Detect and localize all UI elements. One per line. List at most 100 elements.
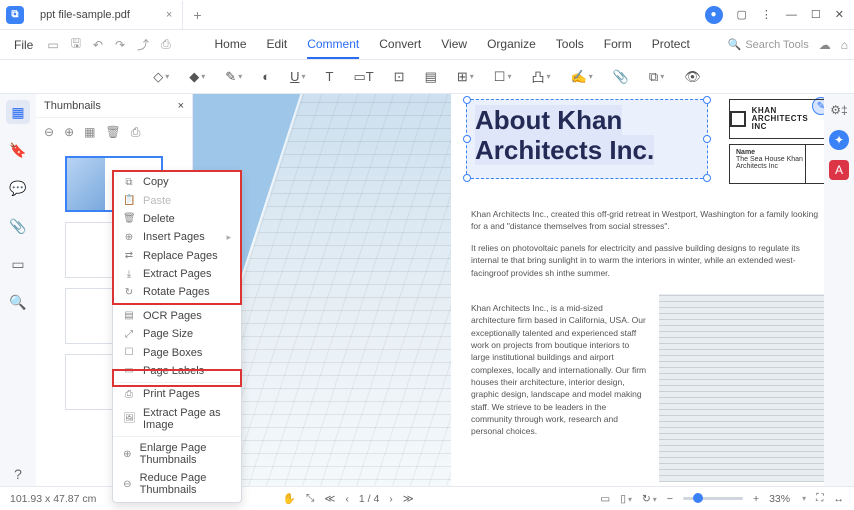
zoom-out-thumb-icon[interactable]: ⊖ <box>44 125 54 139</box>
menu-print-pages[interactable]: ⎙Print Pages <box>113 385 241 403</box>
document-tab[interactable]: ppt file-sample.pdf × <box>30 1 183 29</box>
maximize-icon[interactable]: ☐ <box>811 8 821 21</box>
tab-organize[interactable]: Organize <box>487 31 536 59</box>
thumbnails-icon[interactable]: ▦ <box>6 100 30 124</box>
menu-enlarge-thumbnails[interactable]: ⊕Enlarge Page Thumbnails <box>113 439 241 469</box>
properties-icon[interactable]: ⚙‡ <box>829 100 849 120</box>
compare-icon[interactable]: ⧉▾ <box>649 69 664 85</box>
cloud-icon[interactable]: ☁ <box>819 38 831 52</box>
stamp-icon[interactable]: 凸▾ <box>531 67 550 86</box>
menu-replace-pages[interactable]: ⇄Replace Pages <box>113 247 241 265</box>
submenu-arrow-icon: ▸ <box>226 232 231 243</box>
textbox-icon[interactable]: ▭T <box>353 69 373 85</box>
measure-icon[interactable]: ⊞▾ <box>457 69 474 85</box>
print-icon[interactable]: ⎙ <box>155 37 177 52</box>
tab-edit[interactable]: Edit <box>267 31 288 59</box>
menu-extract-image[interactable]: 🖼Extract Page as Image <box>113 404 241 434</box>
window-more-icon[interactable]: ⋮ <box>761 8 772 21</box>
page-number[interactable]: 1 / 4 <box>359 493 379 505</box>
grid-thumb-icon[interactable]: ▦ <box>84 125 95 139</box>
color-highlight-icon[interactable]: ◆▾ <box>189 69 205 85</box>
callout-icon[interactable]: ⊡ <box>394 69 405 85</box>
prev-page-icon[interactable]: ‹ <box>345 493 349 505</box>
paragraph-2: It relies on photovoltaic panels for ele… <box>471 242 824 279</box>
next-page-icon[interactable]: › <box>389 493 393 505</box>
add-tab-button[interactable]: + <box>183 7 211 23</box>
menu-delete[interactable]: 🗑Delete <box>113 210 241 228</box>
fields-icon[interactable]: ▭ <box>6 252 30 276</box>
zoom-in-icon[interactable]: + <box>753 493 759 505</box>
search-panel-icon[interactable]: 🔍 <box>6 290 30 314</box>
select-tool-icon[interactable]: ⤡ <box>306 492 314 505</box>
delete-icon: 🗑 <box>123 213 135 224</box>
tab-home[interactable]: Home <box>215 31 247 59</box>
rotate-view-icon[interactable]: ↻▾ <box>642 493 657 505</box>
hide-icon[interactable]: 👁 <box>684 69 701 85</box>
minimize-icon[interactable]: — <box>786 9 797 21</box>
underline-icon[interactable]: U▾ <box>290 69 305 84</box>
menu-insert-pages[interactable]: ⊕Insert Pages▸ <box>113 228 241 246</box>
tab-view[interactable]: View <box>441 31 467 59</box>
ai-tool-icon[interactable]: A <box>829 160 849 180</box>
close-window-icon[interactable]: ✕ <box>835 8 844 21</box>
fit-icon[interactable]: ↔ <box>833 493 844 505</box>
menu-bar: File ▭ 🖫 ↶ ↷ ⤴ ⎙ Home Edit Comment Conve… <box>0 30 854 60</box>
menu-page-size[interactable]: ⤢Page Size <box>113 325 241 343</box>
ai-assistant-icon[interactable]: ✦ <box>829 130 849 150</box>
zoom-out-icon[interactable]: − <box>667 493 673 505</box>
print-thumb-icon[interactable]: ⎙ <box>131 125 141 140</box>
attachments-icon[interactable]: 📎 <box>6 214 30 238</box>
menu-page-boxes[interactable]: ☐Page Boxes <box>113 343 241 361</box>
document-title[interactable]: About Khan Architects Inc. <box>475 105 654 165</box>
pencil-icon[interactable]: ✎▾ <box>225 69 242 85</box>
fullscreen-icon[interactable]: ⛶ <box>816 492 823 505</box>
bookmarks-icon[interactable]: 🔖 <box>6 138 30 162</box>
comments-icon[interactable]: 💬 <box>6 176 30 200</box>
undo-icon[interactable]: ↶ <box>87 38 109 52</box>
attachment-icon[interactable]: 📎 <box>613 69 629 85</box>
hand-tool-icon[interactable]: ✋ <box>283 492 296 505</box>
tab-protect[interactable]: Protect <box>652 31 690 59</box>
menu-extract-pages[interactable]: ⤓Extract Pages <box>113 265 241 283</box>
help-icon[interactable]: ? <box>6 462 30 486</box>
menu-copy[interactable]: ⧉Copy <box>113 173 241 191</box>
file-menu[interactable]: File <box>6 38 41 52</box>
search-tools[interactable]: 🔍 Search Tools <box>728 38 809 51</box>
last-page-icon[interactable]: ≫ <box>403 493 414 505</box>
document-canvas[interactable]: About Khan Architects Inc. ✎ KHAN ARCHIT… <box>193 94 824 486</box>
window-panel-icon[interactable]: ▢ <box>737 8 747 21</box>
first-page-icon[interactable]: ≪ <box>324 493 335 505</box>
reduce-icon: ⊖ <box>123 479 132 490</box>
name-block: Name The Sea House Khan Architects Inc <box>729 144 824 184</box>
user-avatar[interactable]: ● <box>705 6 723 24</box>
shape-icon[interactable]: ☐▾ <box>494 69 512 85</box>
delete-thumb-icon[interactable]: 🗑 <box>105 125 120 139</box>
eraser-icon[interactable]: ◐ <box>262 69 270 84</box>
text-icon[interactable]: T <box>325 69 333 84</box>
close-icon[interactable]: × <box>166 9 172 21</box>
pagebox-icon: ☐ <box>123 347 135 358</box>
home-icon[interactable]: ⌂ <box>841 38 848 52</box>
pagesize-icon: ⤢ <box>123 329 135 340</box>
close-panel-icon[interactable]: × <box>178 100 184 112</box>
view-single-icon[interactable]: ▯▾ <box>620 493 632 505</box>
zoom-slider[interactable] <box>683 497 743 500</box>
highlighter-icon[interactable]: ◇▾ <box>153 69 169 85</box>
share-icon[interactable]: ⤴ <box>131 36 155 53</box>
note-icon[interactable]: ▤ <box>425 69 437 85</box>
menu-rotate-pages[interactable]: ↻Rotate Pages <box>113 283 241 301</box>
tab-form[interactable]: Form <box>604 31 632 59</box>
menu-reduce-thumbnails[interactable]: ⊖Reduce Page Thumbnails <box>113 469 241 499</box>
menu-page-labels[interactable]: ▭Page Labels <box>113 362 241 380</box>
tab-convert[interactable]: Convert <box>379 31 421 59</box>
menu-ocr-pages[interactable]: ▤OCR Pages <box>113 307 241 325</box>
tab-tools[interactable]: Tools <box>556 31 584 59</box>
signature-icon[interactable]: ✍▾ <box>571 69 593 85</box>
zoom-in-thumb-icon[interactable]: ⊕ <box>64 125 74 139</box>
tab-comment[interactable]: Comment <box>307 31 359 59</box>
redo-icon[interactable]: ↷ <box>109 38 131 52</box>
open-icon[interactable]: ▭ <box>41 38 64 52</box>
title-selection-box[interactable]: About Khan Architects Inc. <box>466 99 708 179</box>
save-icon[interactable]: 🖫 <box>65 34 87 55</box>
read-mode-icon[interactable]: ▭ <box>600 493 610 505</box>
